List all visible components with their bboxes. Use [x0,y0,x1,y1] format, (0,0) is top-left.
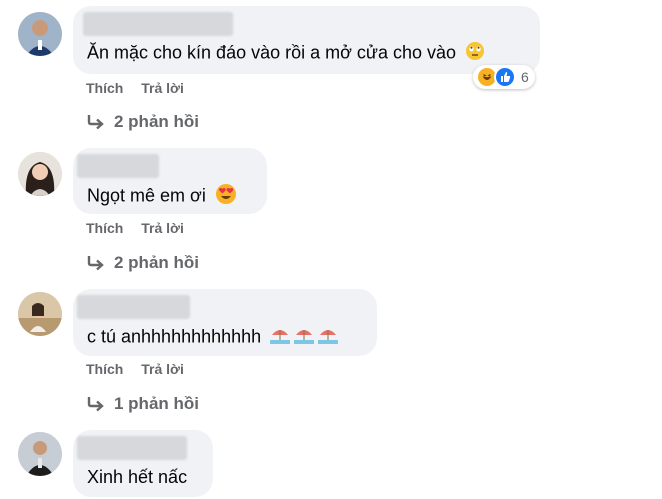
view-replies-link[interactable]: 1 phản hồi [86,394,199,414]
like-button[interactable]: Thích [86,361,123,377]
reply-button[interactable]: Trả lời [141,220,184,236]
reply-button[interactable]: Trả lời [141,361,184,377]
comment-actions: Thích Trả lời [86,80,198,96]
heart-eyes-emoji [215,183,237,210]
reply-arrow-icon [87,397,104,412]
commenter-avatar[interactable] [18,432,62,476]
like-button[interactable]: Thích [86,80,123,96]
commenter-avatar[interactable] [18,292,62,336]
commenter-name-blurred[interactable] [83,12,233,36]
like-reaction-icon [494,66,516,88]
replies-count-text: 2 phản hồi [114,112,199,131]
view-replies-link[interactable]: 2 phản hồi [86,112,199,132]
commenter-name-blurred[interactable] [77,436,187,460]
comment-text: c tú anhhhhhhhhhhhh [87,326,262,347]
reaction-summary[interactable]: 6 [473,65,535,89]
comment-actions: Thích Trả lời [86,220,198,236]
comment-text: Ăn mặc cho kín đáo vào rồi a mở cửa cho … [87,42,457,63]
replies-count-text: 1 phản hồi [114,394,199,413]
commenter-avatar[interactable] [18,152,62,196]
comment-bubble: Ngọt mê em ơi [73,148,267,214]
comment-text: Xinh hết nấc [87,467,188,487]
rolling-eyes-emoji [465,41,485,66]
commenter-avatar[interactable] [18,12,62,56]
umbrella-beach-emoji [270,325,340,350]
reply-arrow-icon [87,256,104,271]
reaction-count: 6 [521,69,529,85]
commenter-name-blurred[interactable] [77,154,159,178]
comment-text: Ngọt mê em ơi [87,185,206,206]
view-replies-link[interactable]: 2 phản hồi [86,253,199,273]
comment-bubble: Ăn mặc cho kín đáo vào rồi a mở cửa cho … [73,6,540,74]
comment-bubble: Xinh hết nấc [73,430,213,497]
comment-actions: Thích Trả lời [86,361,198,377]
commenter-name-blurred[interactable] [77,295,190,319]
comment-bubble: c tú anhhhhhhhhhhhh [73,289,377,356]
like-button[interactable]: Thích [86,220,123,236]
reply-button[interactable]: Trả lời [141,80,184,96]
reply-arrow-icon [87,115,104,130]
replies-count-text: 2 phản hồi [114,253,199,272]
